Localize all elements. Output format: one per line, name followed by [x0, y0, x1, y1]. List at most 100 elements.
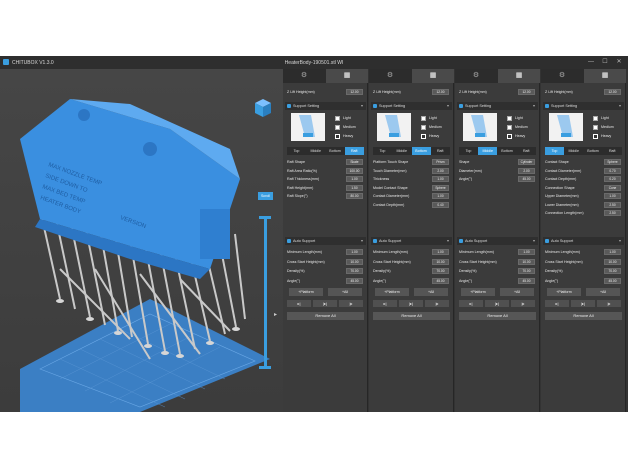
lift-height-input[interactable]: 12.00 — [518, 89, 535, 95]
auto-param-value[interactable]: 10.00 — [604, 258, 621, 265]
add-platform-button[interactable]: +Platform — [461, 288, 495, 296]
density-option-light[interactable]: Light — [507, 115, 523, 121]
tab-settings[interactable]: ⚙ — [283, 69, 325, 83]
auto-param-value[interactable]: 1.00 — [518, 249, 535, 255]
auto-support-header[interactable]: Auto Support ▾ — [285, 237, 366, 245]
auto-param-value[interactable]: 70.00 — [604, 268, 621, 274]
auto-param-value[interactable]: 10.00 — [432, 258, 449, 265]
param-value[interactable]: 0.40 — [432, 201, 449, 208]
param-value[interactable]: 1.00 — [604, 193, 621, 199]
step-middle-icon[interactable]: |▸| — [571, 300, 595, 307]
density-option-heavy[interactable]: Heavy — [335, 133, 353, 139]
subtab-top[interactable]: Top — [545, 147, 564, 155]
auto-support-header[interactable]: Auto Support ▾ — [371, 237, 452, 245]
density-option-light[interactable]: Light — [593, 115, 609, 121]
checkbox-icon[interactable] — [507, 124, 512, 130]
param-value[interactable]: 1.50 — [346, 184, 363, 191]
auto-param-value[interactable]: 45.00 — [604, 277, 621, 284]
add-all-button[interactable]: +All — [500, 288, 534, 296]
step-middle-icon[interactable]: |▸| — [485, 300, 509, 307]
add-platform-button[interactable]: +Platform — [289, 288, 323, 296]
param-value[interactable]: 45.00 — [518, 176, 535, 182]
step-start-icon[interactable]: ▸| — [545, 300, 569, 307]
scene[interactable]: MAX NOZZLE TEMP SIDE DOWN TO MAX BED TEM… — [0, 69, 283, 412]
param-value[interactable]: 1.00 — [346, 176, 363, 182]
auto-param-value[interactable]: 1.00 — [346, 249, 363, 255]
subtab-middle[interactable]: Middle — [564, 147, 583, 155]
step-end-icon[interactable]: |▸ — [597, 300, 621, 307]
density-option-light[interactable]: Light — [421, 115, 437, 121]
subtab-raft[interactable]: Raft — [517, 147, 536, 155]
step-start-icon[interactable]: ▸| — [287, 300, 311, 307]
3d-viewport[interactable]: MAX NOZZLE TEMP SIDE DOWN TO MAX BED TEM… — [0, 69, 283, 412]
param-value[interactable]: Prism — [432, 159, 449, 165]
remove-all-button[interactable]: Remove All — [373, 312, 450, 320]
subtab-raft[interactable]: Raft — [603, 147, 622, 155]
param-value[interactable]: 2.00 — [518, 167, 535, 174]
density-option-medium[interactable]: Medium — [507, 124, 528, 130]
lift-height-input[interactable]: 12.00 — [604, 89, 621, 95]
auto-param-value[interactable]: 70.00 — [518, 268, 535, 274]
density-option-medium[interactable]: Medium — [593, 124, 614, 130]
param-value[interactable]: Skate — [346, 159, 363, 165]
subtab-top[interactable]: Top — [287, 147, 306, 155]
add-platform-button[interactable]: +Platform — [375, 288, 409, 296]
param-value[interactable]: 2.50 — [604, 201, 621, 208]
auto-param-value[interactable]: 1.00 — [604, 249, 621, 255]
step-start-icon[interactable]: ▸| — [459, 300, 483, 307]
tab-support[interactable]: ▦ — [498, 69, 540, 83]
auto-param-value[interactable]: 1.00 — [432, 249, 449, 255]
add-all-button[interactable]: +All — [414, 288, 448, 296]
subtab-middle[interactable]: Middle — [306, 147, 325, 155]
support-setting-header[interactable]: Support Setting ▾ — [543, 102, 624, 110]
lift-height-input[interactable]: 12.00 — [432, 89, 449, 95]
auto-param-value[interactable]: 10.00 — [346, 258, 363, 265]
step-middle-icon[interactable]: |▸| — [399, 300, 423, 307]
checkbox-icon[interactable] — [507, 133, 512, 139]
subtab-bottom[interactable]: Bottom — [411, 147, 431, 155]
subtab-bottom[interactable]: Bottom — [326, 147, 345, 155]
tab-settings[interactable]: ⚙ — [369, 69, 411, 83]
checkbox-icon[interactable] — [593, 124, 598, 130]
step-end-icon[interactable]: |▸ — [339, 300, 363, 307]
param-value[interactable]: 0.70 — [604, 167, 621, 174]
auto-param-value[interactable]: 70.00 — [346, 268, 363, 274]
auto-param-value[interactable]: 45.00 — [432, 277, 449, 284]
scroll-button[interactable]: Scroll — [258, 192, 273, 200]
tab-settings[interactable]: ⚙ — [541, 69, 583, 83]
support-setting-header[interactable]: Support Setting ▾ — [457, 102, 538, 110]
param-value[interactable]: 0.20 — [604, 176, 621, 182]
density-option-medium[interactable]: Medium — [421, 124, 442, 130]
density-option-medium[interactable]: Medium — [335, 124, 356, 130]
param-value[interactable]: 100.00 — [346, 167, 363, 174]
subtab-raft[interactable]: Raft — [431, 147, 450, 155]
density-option-heavy[interactable]: Heavy — [421, 133, 439, 139]
checkbox-icon[interactable] — [335, 133, 340, 139]
close-button[interactable]: ✕ — [614, 58, 624, 67]
checkbox-icon[interactable] — [421, 115, 426, 121]
tab-support[interactable]: ▦ — [412, 69, 454, 83]
auto-param-value[interactable]: 10.00 — [518, 258, 535, 265]
auto-support-header[interactable]: Auto Support ▾ — [543, 237, 624, 245]
param-value[interactable]: 2.50 — [604, 210, 621, 216]
step-end-icon[interactable]: |▸ — [425, 300, 449, 307]
view-cube-icon[interactable] — [255, 99, 271, 117]
auto-support-header[interactable]: Auto Support ▾ — [457, 237, 538, 245]
remove-all-button[interactable]: Remove All — [459, 312, 536, 320]
checkbox-icon[interactable] — [593, 115, 598, 121]
auto-param-value[interactable]: 45.00 — [518, 277, 535, 284]
subtab-top[interactable]: Top — [459, 147, 478, 155]
minimize-button[interactable]: — — [586, 58, 596, 67]
tab-support[interactable]: ▦ — [584, 69, 626, 83]
add-all-button[interactable]: +All — [328, 288, 362, 296]
step-middle-icon[interactable]: |▸| — [313, 300, 337, 307]
subtab-top[interactable]: Top — [373, 147, 392, 155]
subtab-raft[interactable]: Raft — [344, 147, 364, 155]
param-value[interactable]: Cylinder — [518, 159, 535, 165]
param-value[interactable]: 80.00 — [346, 193, 363, 199]
subtab-bottom[interactable]: Bottom — [584, 147, 603, 155]
checkbox-icon[interactable] — [507, 115, 512, 121]
maximize-button[interactable]: ☐ — [600, 58, 610, 67]
tab-settings[interactable]: ⚙ — [455, 69, 497, 83]
auto-param-value[interactable]: 70.00 — [432, 268, 449, 274]
